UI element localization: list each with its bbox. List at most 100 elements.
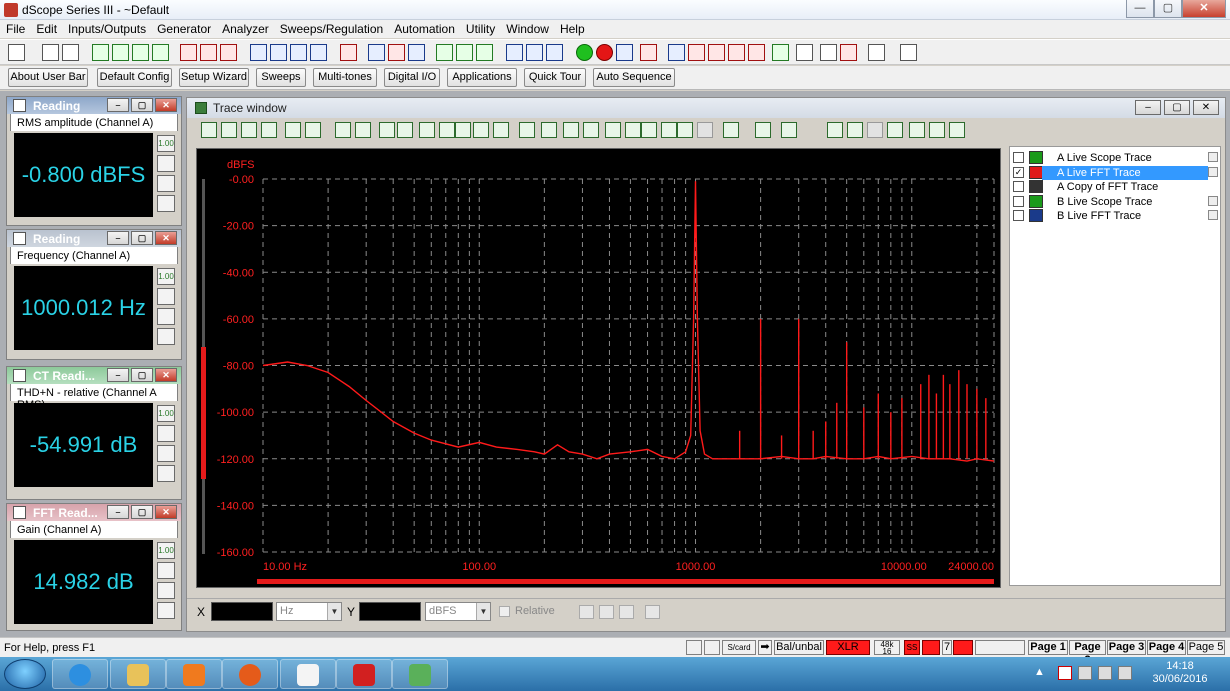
- tray-app-icon-2[interactable]: [1078, 666, 1092, 680]
- reading-settings-icon[interactable]: [157, 288, 175, 305]
- trace-list-item[interactable]: B Live FFT Trace: [1010, 209, 1220, 223]
- reading-minimize-button[interactable]: –: [107, 505, 129, 519]
- copy-icon[interactable]: [1208, 166, 1218, 177]
- cursor-tool-icon-4[interactable]: [645, 605, 660, 619]
- reading-settings-icon[interactable]: [157, 155, 175, 172]
- trace-tool-icon-30[interactable]: [847, 122, 863, 138]
- trace-tool-icon-13[interactable]: [455, 122, 471, 138]
- reading-restore-button[interactable]: ▢: [131, 231, 153, 245]
- trace-tool-icon-3[interactable]: [241, 122, 257, 138]
- toolbar-tool-icon-23[interactable]: [526, 44, 543, 61]
- toolbar-tool-icon-9[interactable]: [200, 44, 217, 61]
- trace-tool-icon-9[interactable]: [379, 122, 395, 138]
- trace-tool-icon-2[interactable]: [221, 122, 237, 138]
- reading-log-icon[interactable]: [157, 582, 175, 599]
- cursor-tool-icon-2[interactable]: [599, 605, 614, 619]
- reading-minimize-button[interactable]: –: [107, 368, 129, 382]
- toolbar-tool-icon-22[interactable]: [506, 44, 523, 61]
- trace-tool-icon-7[interactable]: [335, 122, 351, 138]
- setup-wizard-button[interactable]: Setup Wizard: [179, 68, 249, 87]
- toolbar-tool-icon-27[interactable]: [616, 44, 633, 61]
- relative-checkbox[interactable]: [499, 606, 510, 617]
- toolbar-tool-icon-36[interactable]: [820, 44, 837, 61]
- volume-icon[interactable]: [1118, 666, 1132, 680]
- trace-tool-icon-17[interactable]: [541, 122, 557, 138]
- media-taskbar-button[interactable]: [166, 659, 222, 689]
- trace-minimize-button[interactable]: –: [1135, 100, 1161, 115]
- maximize-button[interactable]: ▢: [1154, 0, 1182, 18]
- reading-minimize-button[interactable]: –: [107, 98, 129, 112]
- toolbar-tool-icon-18[interactable]: [408, 44, 425, 61]
- cursor-tool-icon-3[interactable]: [619, 605, 634, 619]
- reading-scale-button[interactable]: 1.00: [157, 135, 175, 152]
- trace-tool-icon-5[interactable]: [285, 122, 301, 138]
- reading-close-button[interactable]: ✕: [155, 505, 177, 519]
- toolbar-tool-icon-29[interactable]: [668, 44, 685, 61]
- paint-taskbar-button[interactable]: [392, 659, 448, 689]
- toolbar-tool-icon-4[interactable]: [92, 44, 109, 61]
- multi-tones-button[interactable]: Multi-tones: [313, 68, 377, 87]
- menu-item-edit[interactable]: Edit: [30, 20, 62, 38]
- page-tab-4[interactable]: Page 4: [1147, 640, 1186, 655]
- trace-checkbox[interactable]: ✓: [1013, 166, 1024, 178]
- trace-tool-icon-15[interactable]: [493, 122, 509, 138]
- toolbar-tool-icon-31[interactable]: [708, 44, 725, 61]
- explorer-taskbar-button[interactable]: [110, 659, 166, 689]
- toolbar-tool-icon-21[interactable]: [476, 44, 493, 61]
- trace-tool-icon-12[interactable]: [439, 122, 455, 138]
- trace-list-item[interactable]: A Copy of FFT Trace: [1010, 180, 1220, 194]
- trace-tool-icon-26[interactable]: [723, 122, 739, 138]
- trace-tool-icon-18[interactable]: [563, 122, 579, 138]
- trace-tool-icon-23[interactable]: [661, 122, 677, 138]
- cursor-x-value[interactable]: [211, 602, 273, 621]
- toolbar-tool-icon-16[interactable]: [368, 44, 385, 61]
- toolbar-tool-icon-24[interactable]: [546, 44, 563, 61]
- reading-settings-icon[interactable]: [157, 425, 175, 442]
- network-icon[interactable]: [1098, 666, 1112, 680]
- toolbar-tool-icon-26[interactable]: [596, 44, 613, 61]
- trace-tool-icon-10[interactable]: [397, 122, 413, 138]
- ie-taskbar-button[interactable]: [52, 659, 108, 689]
- menu-item-window[interactable]: Window: [500, 20, 554, 38]
- copy-icon[interactable]: [1208, 210, 1218, 220]
- tray-arrow-icon[interactable]: ▲: [1034, 666, 1045, 678]
- trace-list-item[interactable]: ✓ A Live FFT Trace: [1010, 165, 1220, 180]
- toolbar-tool-icon-11[interactable]: [250, 44, 267, 61]
- reading-scale-button[interactable]: 1.00: [157, 542, 175, 559]
- menu-item-automation[interactable]: Automation: [388, 20, 460, 38]
- trace-tool-icon-16[interactable]: [519, 122, 535, 138]
- ti-taskbar-button[interactable]: [336, 659, 392, 689]
- trace-tool-icon-28[interactable]: [781, 122, 797, 138]
- trace-tool-icon-4[interactable]: [261, 122, 277, 138]
- copy-icon[interactable]: [1208, 152, 1218, 162]
- firefox-taskbar-button[interactable]: [222, 659, 278, 689]
- close-button[interactable]: ✕: [1182, 0, 1226, 18]
- trace-tool-icon-14[interactable]: [473, 122, 489, 138]
- toolbar-tool-icon-1[interactable]: [8, 44, 25, 61]
- trace-tool-icon-22[interactable]: [641, 122, 657, 138]
- cursor-x-unit-select[interactable]: Hz ▼: [276, 602, 342, 621]
- trace-list-item[interactable]: A Live Scope Trace: [1010, 151, 1220, 165]
- fft-plot[interactable]: -0.00 -20.00 -40.00 -60.00 -80.00 -100.00 -120…: [196, 148, 1001, 588]
- reading-scale-button[interactable]: 1.00: [157, 268, 175, 285]
- reading-expand-icon[interactable]: [157, 602, 175, 619]
- menu-item-utility[interactable]: Utility: [460, 20, 500, 38]
- cursor-y-value[interactable]: [359, 602, 421, 621]
- toolbar-tool-icon-12[interactable]: [270, 44, 287, 61]
- toolbar-tool-icon-28[interactable]: [640, 44, 657, 61]
- reading-close-button[interactable]: ✕: [155, 368, 177, 382]
- menu-item-file[interactable]: File: [0, 20, 30, 38]
- trace-tool-icon-34[interactable]: [929, 122, 945, 138]
- trace-close-button[interactable]: ✕: [1193, 100, 1219, 115]
- trace-tool-icon-33[interactable]: [909, 122, 925, 138]
- about-user-bar-button[interactable]: About User Bar: [8, 68, 88, 87]
- minimize-button[interactable]: —: [1126, 0, 1154, 18]
- trace-tool-icon-19[interactable]: [583, 122, 599, 138]
- toolbar-tool-icon-37[interactable]: [840, 44, 857, 61]
- toolbar-tool-icon-3[interactable]: [62, 44, 79, 61]
- dscope-taskbar-button[interactable]: [280, 659, 336, 689]
- trace-tool-icon-20[interactable]: [605, 122, 621, 138]
- reading-restore-button[interactable]: ▢: [131, 368, 153, 382]
- trace-tool-icon-32[interactable]: [887, 122, 903, 138]
- reading-close-button[interactable]: ✕: [155, 231, 177, 245]
